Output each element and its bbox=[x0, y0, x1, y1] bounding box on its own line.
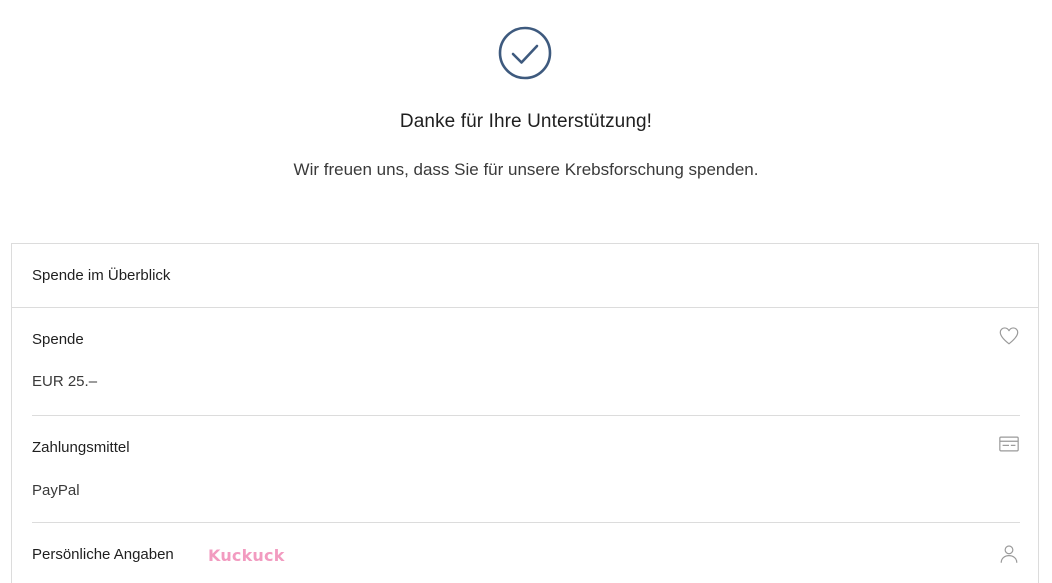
confirmation-title: Danke für Ihre Unterstützung! bbox=[399, 111, 653, 132]
donation-label: Spende bbox=[32, 331, 84, 348]
confirmation-subtitle: Wir freuen uns, dass Sie für unsere Kreb… bbox=[293, 160, 759, 179]
check-circle-icon bbox=[498, 26, 552, 80]
donation-summary-card: Spende im Überblick Spende EUR 25.– Zahl… bbox=[11, 243, 1039, 583]
section-divider bbox=[32, 522, 1020, 523]
section-divider bbox=[32, 415, 1020, 416]
kuckuck-watermark: Kuckuck bbox=[208, 546, 285, 565]
heart-icon bbox=[999, 327, 1019, 345]
personal-info-label: Persönliche Angaben bbox=[32, 546, 174, 563]
credit-card-icon bbox=[999, 436, 1019, 452]
summary-header: Spende im Überblick bbox=[12, 244, 1038, 308]
donation-amount: EUR 25.– bbox=[32, 373, 98, 390]
payment-method-label: Zahlungsmittel bbox=[32, 439, 130, 456]
donation-confirmation-page: Danke für Ihre Unterstützung! Wir freuen… bbox=[0, 0, 1052, 583]
payment-method-value: PayPal bbox=[32, 482, 80, 499]
user-icon bbox=[1000, 545, 1018, 563]
